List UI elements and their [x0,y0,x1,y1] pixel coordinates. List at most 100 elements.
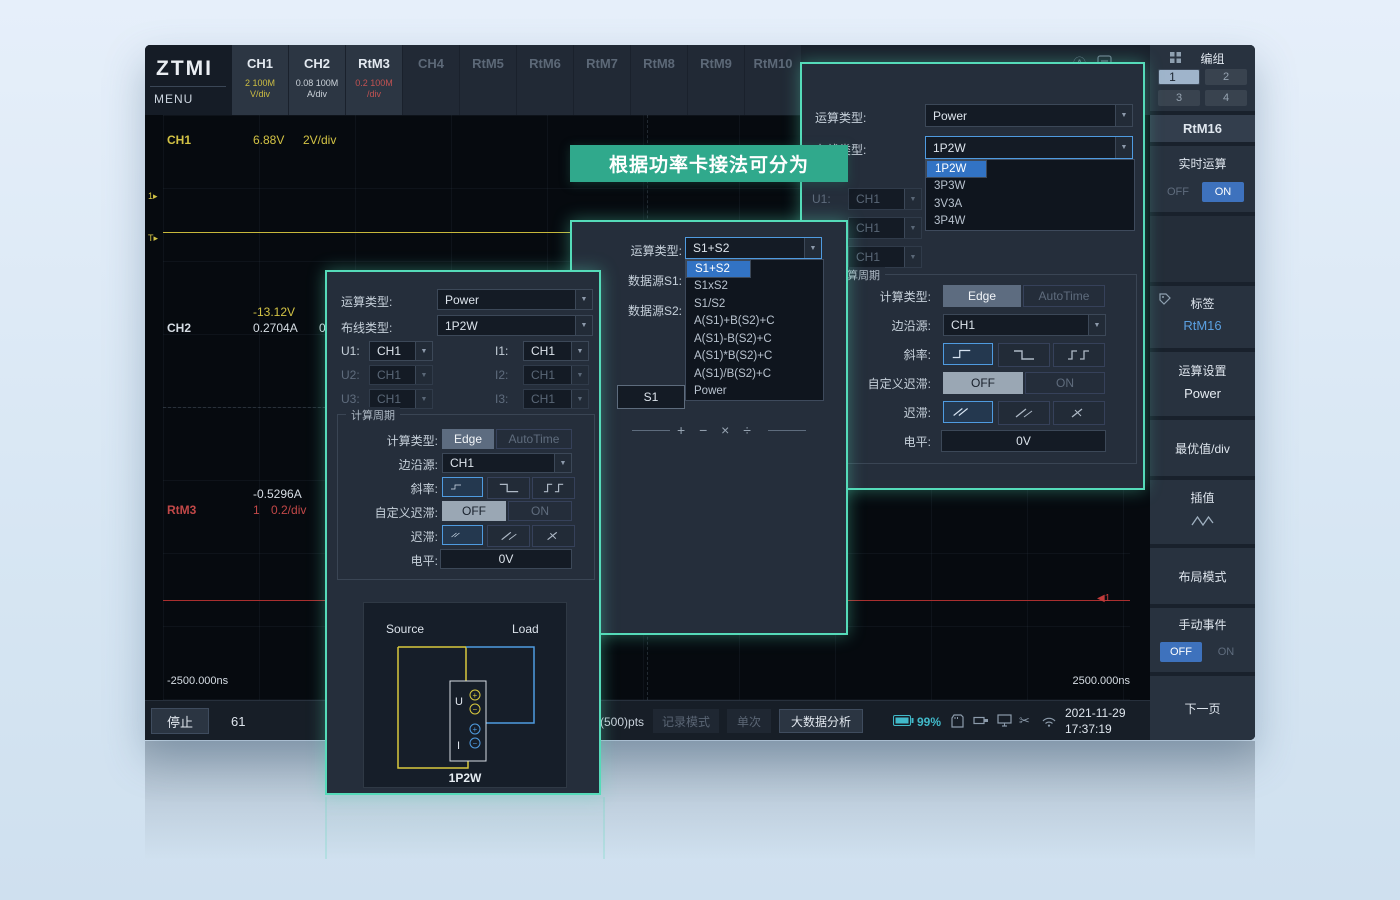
i3-select[interactable]: CH1▼ [523,389,589,409]
chevron-down-icon: ▼ [1115,137,1132,158]
page: ZTMI MENU CH1 2 100M V/div CH2 0.08 100M… [0,0,1400,900]
single-mode-button[interactable]: 单次 [727,709,771,733]
best-div-section[interactable]: 最优值/div [1150,420,1255,476]
i2-select[interactable]: CH1▼ [523,365,589,385]
edge-source-select[interactable]: CH1 ▼ [442,453,572,473]
hysteresis-small-button[interactable] [442,525,483,545]
slope-rise-button[interactable] [943,343,993,365]
interpolation-section[interactable]: 插值 [1150,480,1255,544]
chevron-down-icon: ▼ [904,189,921,209]
hysteresis-on-button[interactable]: ON [1025,372,1105,394]
tab-ch1[interactable]: CH1 2 100M V/div [232,45,288,115]
best-div-title: 最优值/div [1150,440,1255,457]
option-s1-div-s2[interactable]: S1/S2 [686,295,823,313]
u1-label: U1: [812,192,831,206]
chevron-down-icon: ▼ [1088,315,1105,335]
group-button-3[interactable]: 3 [1158,90,1200,106]
tab-ch4[interactable]: CH4 [403,45,459,115]
option-power[interactable]: Power [686,383,823,401]
menu-button[interactable]: MENU [154,92,193,106]
slope-both-button[interactable] [1053,343,1105,367]
layout-mode-section[interactable]: 布局模式 [1150,548,1255,604]
hysteresis-on-button[interactable]: ON [508,501,572,521]
edge-button[interactable]: Edge [943,285,1021,307]
realtime-calc-section[interactable]: 实时运算 OFF ON [1150,146,1255,212]
tab-rtm5[interactable]: RtM5 [460,45,516,115]
group-button-2[interactable]: 2 [1205,69,1247,85]
hysteresis-large-button[interactable] [1053,401,1105,425]
option-a-minus-b[interactable]: A(S1)-B(S2)+C [686,330,823,348]
s1-operand-box[interactable]: S1 [617,385,685,409]
u3-select[interactable]: CH1▼ [369,389,433,409]
edge-button[interactable]: Edge [442,429,494,449]
record-mode-button[interactable]: 记录模式 [653,709,719,733]
option-s1-times-s2[interactable]: S1xS2 [686,278,823,296]
option-1p2w[interactable]: 1P2W [926,160,987,178]
marker-trigger[interactable]: T▸ [148,233,158,244]
calc-settings-section[interactable]: 运算设置 Power [1150,352,1255,416]
option-3p3w[interactable]: 3P3W [926,178,1134,196]
group-button-1[interactable]: 1 [1158,69,1200,85]
next-page-section[interactable]: 下一页 [1150,676,1255,740]
tab-rtm10[interactable]: RtM10 [745,45,801,115]
realtime-on-button[interactable]: ON [1202,182,1244,202]
option-a-times-b[interactable]: A(S1)*B(S2)+C [686,348,823,366]
record-points: (500)pts [600,715,644,729]
level-value-box[interactable]: 0V [440,549,572,569]
manual-event-off-button[interactable]: OFF [1160,642,1202,662]
hysteresis-medium-button[interactable] [487,525,530,547]
u3-select[interactable]: CH1 ▼ [848,246,922,268]
tab-rtm6[interactable]: RtM6 [517,45,573,115]
calc-type-select[interactable]: S1+S2 ▼ [685,237,822,259]
option-a-div-b[interactable]: A(S1)/B(S2)+C [686,365,823,383]
option-s1-plus-s2[interactable]: S1+S2 [686,260,751,278]
u1-select[interactable]: CH1 ▼ [848,188,922,210]
chevron-down-icon: ▼ [904,247,921,267]
wiring-type-select[interactable]: 1P2W ▼ [437,315,593,336]
tab-rtm9[interactable]: RtM9 [688,45,744,115]
tab-rtm3[interactable]: RtM3 0.2 100M /div [346,45,402,115]
i1-select[interactable]: CH1▼ [523,341,589,361]
calc-type-select[interactable]: Power ▼ [437,289,593,310]
big-data-analysis-button[interactable]: 大数据分析 [779,709,863,733]
wiring-type-select[interactable]: 1P2W ▼ [925,136,1133,159]
group-button-4[interactable]: 4 [1205,90,1247,106]
u2-select[interactable]: CH1▼ [369,365,433,385]
zigzag-icon [1191,514,1214,527]
run-state-button[interactable]: 停止 [151,708,209,734]
layout-mode-title: 布局模式 [1150,568,1255,585]
option-a-plus-b[interactable]: A(S1)+B(S2)+C [686,313,823,331]
tab-ch2[interactable]: CH2 0.08 100M A/div [289,45,345,115]
slope-fall-button[interactable] [487,477,530,499]
slope-fall-button[interactable] [998,343,1050,367]
option-3p4w[interactable]: 3P4W [926,213,1134,231]
hysteresis-large-button[interactable] [532,525,575,547]
calc-period-legend: 计算周期 [346,407,400,423]
rtm3-trace-marker[interactable]: ◀1 [1097,593,1110,604]
autotime-button[interactable]: AutoTime [496,429,572,449]
hysteresis-off-button[interactable]: OFF [442,501,506,521]
tab-rtm7[interactable]: RtM7 [574,45,630,115]
label-section[interactable]: 标签 RtM16 [1150,286,1255,348]
u2-select[interactable]: CH1 ▼ [848,217,922,239]
manual-event-section[interactable]: 手动事件 OFF ON [1150,608,1255,672]
slope-both-button[interactable] [532,477,575,499]
sd-card-icon [951,714,964,728]
manual-event-on-button[interactable]: ON [1208,642,1244,662]
hysteresis-medium-button[interactable] [998,401,1050,425]
level-value-box[interactable]: 0V [941,430,1106,452]
chevron-down-icon: ▼ [571,390,588,408]
hysteresis-off-button[interactable]: OFF [943,372,1023,394]
hysteresis-small-button[interactable] [943,401,993,423]
menu-divider [150,86,226,87]
option-3v3a[interactable]: 3V3A [926,195,1134,213]
usb-drive-icon [973,714,989,727]
u1-select[interactable]: CH1▼ [369,341,433,361]
tab-rtm8[interactable]: RtM8 [631,45,687,115]
autotime-button[interactable]: AutoTime [1023,285,1105,307]
slope-rise-button[interactable] [442,477,483,497]
marker-1[interactable]: 1▸ [148,191,158,202]
edge-source-select[interactable]: CH1 ▼ [943,314,1106,336]
calc-type-select[interactable]: Power ▼ [925,104,1133,127]
realtime-off-button[interactable]: OFF [1160,182,1196,202]
